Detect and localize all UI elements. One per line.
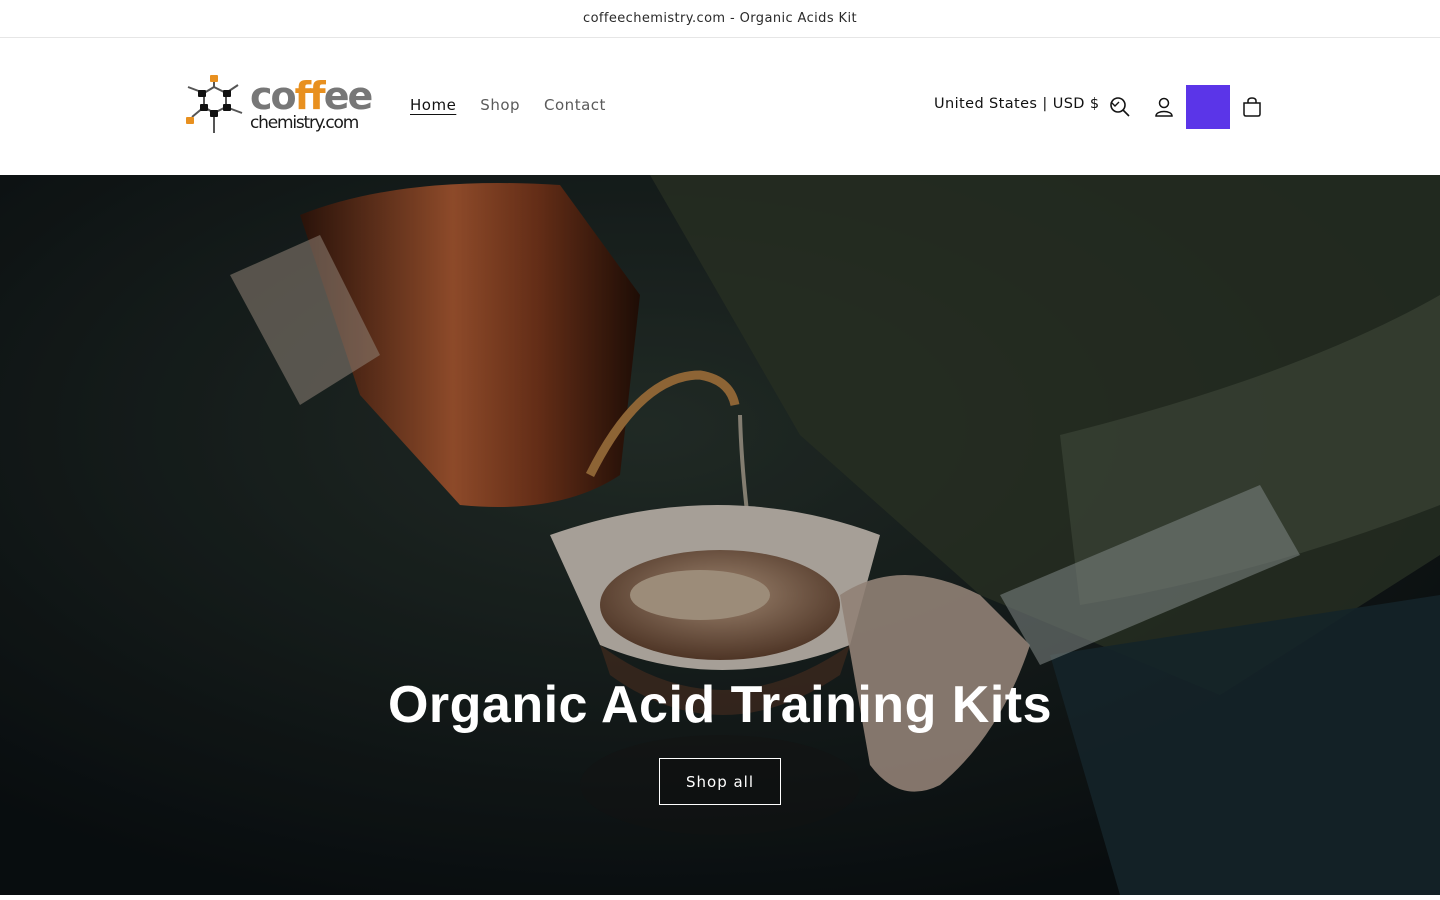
shop-all-button[interactable]: Shop all: [659, 758, 781, 805]
announcement-text[interactable]: coffeechemistry.com - Organic Acids Kit: [583, 11, 857, 26]
search-button[interactable]: [1100, 85, 1140, 129]
hero-title: Organic Acid Training Kits: [387, 676, 1053, 734]
site-logo[interactable]: coffee chemistry.com: [180, 73, 373, 143]
site-header: coffee chemistry.com Home Shop Contact U…: [0, 39, 1440, 175]
account-button[interactable]: [1144, 85, 1184, 129]
logo-wordmark-coffee: coffee: [250, 74, 373, 118]
hero-banner: Organic Acid Training Kits Shop all: [0, 175, 1440, 895]
cart-button[interactable]: [1232, 85, 1272, 129]
nav-item-home[interactable]: Home: [410, 96, 456, 114]
main-nav: Home Shop Contact: [410, 96, 606, 114]
logo-wordmark-domain: chemistry.com: [250, 113, 359, 133]
cart-icon: [1243, 97, 1261, 117]
country-currency-label: United States | USD $: [934, 96, 1100, 112]
nav-item-shop[interactable]: Shop: [480, 96, 520, 114]
announcement-bar: coffeechemistry.com - Organic Acids Kit: [0, 0, 1440, 38]
search-icon: [1110, 97, 1130, 117]
nav-item-contact[interactable]: Contact: [544, 96, 606, 114]
molecule-logo-icon: [186, 75, 243, 133]
account-icon: [1155, 97, 1173, 117]
accent-button[interactable]: [1186, 85, 1230, 129]
country-currency-selector[interactable]: United States | USD $: [934, 96, 1120, 112]
